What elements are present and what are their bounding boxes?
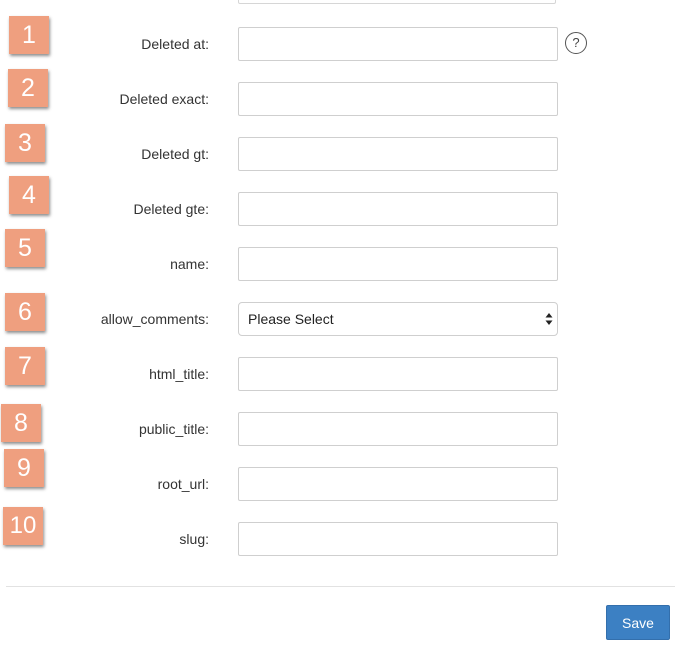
number-badge: 3: [5, 124, 45, 162]
field-label: Deleted gte:: [133, 201, 210, 217]
form-row-name: name:: [0, 247, 687, 287]
number-badge: 1: [9, 16, 49, 54]
field-label: Deleted exact:: [119, 91, 210, 107]
field-label: slug:: [179, 531, 209, 547]
slug-input[interactable]: [238, 522, 558, 556]
form-row-deleted-gt: Deleted gt:: [0, 137, 687, 177]
form-row-deleted-gte: Deleted gte:: [0, 192, 687, 232]
form-row-root-url: root_url:: [0, 467, 687, 507]
previous-field-edge: [238, 0, 556, 4]
public-title-input[interactable]: [238, 412, 558, 446]
number-badge: 2: [8, 69, 48, 107]
form-row-allow-comments: allow_comments: Please Select: [0, 302, 687, 342]
form-row-deleted-at: Deleted at: ?: [0, 27, 687, 67]
number-badge: 9: [4, 449, 44, 487]
deleted-exact-input[interactable]: [238, 82, 558, 116]
field-label: name:: [170, 256, 209, 272]
field-label: Deleted at:: [141, 36, 209, 52]
number-badge: 6: [5, 293, 45, 331]
sort-arrows-icon: [545, 313, 553, 325]
name-input[interactable]: [238, 247, 558, 281]
field-label: root_url:: [157, 476, 209, 492]
field-label: allow_comments:: [100, 311, 209, 327]
number-badge: 10: [3, 507, 43, 545]
field-label: public_title:: [138, 421, 209, 437]
field-label: Deleted gt:: [141, 146, 209, 162]
number-badge: 8: [1, 404, 41, 442]
number-badge: 4: [9, 176, 49, 214]
field-label: html_title:: [149, 366, 209, 382]
allow-comments-select[interactable]: Please Select: [238, 302, 558, 336]
form-row-slug: slug:: [0, 522, 687, 562]
html-title-input[interactable]: [238, 357, 558, 391]
form-divider: [6, 586, 675, 587]
form-row-deleted-exact: Deleted exact:: [0, 82, 687, 122]
form-row-html-title: html_title:: [0, 357, 687, 397]
deleted-at-input[interactable]: [238, 27, 558, 61]
save-button[interactable]: Save: [606, 605, 670, 640]
deleted-gt-input[interactable]: [238, 137, 558, 171]
root-url-input[interactable]: [238, 467, 558, 501]
help-icon[interactable]: ?: [565, 32, 587, 54]
deleted-gte-input[interactable]: [238, 192, 558, 226]
select-value: Please Select: [248, 311, 334, 327]
number-badge: 7: [5, 347, 45, 385]
form-row-public-title: public_title:: [0, 412, 687, 452]
number-badge: 5: [5, 229, 45, 267]
